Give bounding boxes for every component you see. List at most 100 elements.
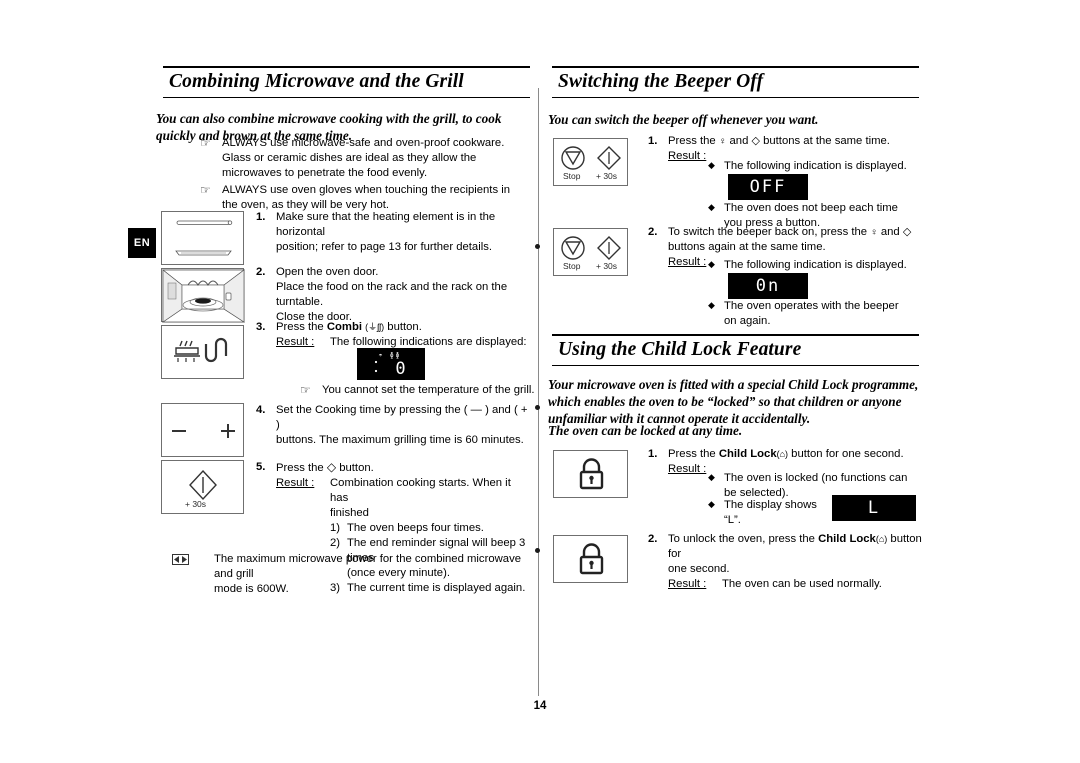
step-line: Place the food on the rack and the rack … xyxy=(276,281,508,309)
step-text-post: button. xyxy=(384,321,422,333)
divider-dot xyxy=(535,548,540,553)
display-on: 0n xyxy=(728,273,808,299)
section-title: Switching the Beeper Off xyxy=(552,66,919,99)
microwave-power-glyph xyxy=(172,554,189,565)
step-line: position; refer to page 13 for further d… xyxy=(276,241,493,254)
column-divider xyxy=(538,88,539,696)
step-line: buttons again at the same time. xyxy=(668,241,826,254)
result-row: Result : The oven can be used normally. xyxy=(668,577,933,592)
step-number: 2. xyxy=(256,266,266,278)
beeper-bullet: ◆ The following indication is displayed. xyxy=(708,258,923,273)
section-title: Combining Microwave and the Grill xyxy=(163,66,530,99)
section-child-lock: Using the Child Lock Feature xyxy=(552,334,919,367)
lock-symbol-icon: (⌂) xyxy=(776,449,789,459)
combi-button-icon xyxy=(174,337,228,363)
step-line: Make sure that the heating element is in… xyxy=(276,211,496,239)
result-line: finished xyxy=(330,507,369,520)
bullet-text: The following indication is displayed. xyxy=(724,160,907,172)
result-line: Combination cooking starts. When it has xyxy=(330,477,511,505)
stop-button-label: Stop xyxy=(563,171,581,181)
child-lock-bullet: ◆ The display shows “L”. xyxy=(708,498,828,528)
step-line: Press the Combi (⏚ʃʃ) button. xyxy=(276,320,531,335)
step-number: 2. xyxy=(648,533,658,545)
figure-start-30s-button: + 30s xyxy=(161,460,244,514)
step-text-mid: and xyxy=(726,135,752,147)
child-lock-icon xyxy=(579,458,604,490)
minus-plus-icon xyxy=(172,424,235,438)
language-tab-en: EN xyxy=(128,228,156,258)
figure-child-lock-button xyxy=(553,535,628,583)
note-text: You cannot set the temperature of the gr… xyxy=(322,384,535,396)
step-number: 2. xyxy=(648,226,658,238)
step-line: one second. xyxy=(668,563,730,576)
step-number: 1. xyxy=(648,135,658,147)
start-symbol-icon: ◇ xyxy=(751,135,760,147)
microwave-power-icon xyxy=(172,552,214,597)
step-body: Make sure that the heating element is in… xyxy=(276,210,531,255)
diamond-bullet-icon: ◆ xyxy=(708,259,715,269)
result-label: Result : xyxy=(668,150,707,163)
figure-heating-element-horizontal xyxy=(161,211,244,265)
sub-number: 1) xyxy=(330,522,341,535)
display-off: OFF xyxy=(728,174,808,200)
bullet-text: The following indication is displayed. xyxy=(724,259,907,271)
warning-text: ALWAYS use oven gloves when touching the… xyxy=(222,184,511,212)
step-line: Press the Child Lock(⌂) button for one s… xyxy=(668,447,933,462)
figure-oven-interior-rack xyxy=(161,268,246,323)
start-button-label: + 30s xyxy=(596,261,618,271)
result-sub-item: 1) The oven beeps four times. xyxy=(330,521,531,536)
step-text-pre: To unlock the oven, press the xyxy=(668,533,819,545)
beeper-intro: You can switch the beeper off whenever y… xyxy=(548,112,819,127)
step-number: 1. xyxy=(648,448,658,460)
step-line: Press the ♀ and ◇ buttons at the same ti… xyxy=(668,134,926,149)
result-label: Result : xyxy=(276,336,315,349)
step-body: To unlock the oven, press the Child Lock… xyxy=(668,532,933,592)
footnote-microwave-power: The maximum microwave power for the comb… xyxy=(172,552,532,597)
start-button-label: + 30s xyxy=(596,171,618,181)
figure-stop-start-buttons: Stop + 30s xyxy=(553,138,628,186)
footnote-text: The maximum microwave power for the comb… xyxy=(214,552,532,597)
step-text-post: button for one second. xyxy=(788,448,904,460)
step-text-pre: Press the xyxy=(668,135,719,147)
start-button-label: + 30s xyxy=(185,499,207,509)
figure-combi-button xyxy=(161,325,244,379)
child-lock-icon xyxy=(579,543,604,575)
figure-child-lock-button xyxy=(553,450,628,498)
figure-stop-start-buttons: Stop + 30s xyxy=(553,228,628,276)
child-lock-label: Child Lock xyxy=(718,448,777,460)
step-line: Open the oven door. xyxy=(276,266,379,278)
figure-minus-plus-buttons xyxy=(161,403,244,457)
start-symbol-icon: ◇ xyxy=(902,226,912,238)
lock-symbol-icon: (⌂) xyxy=(875,534,888,544)
beeper-bullet: ◆ The following indication is displayed. xyxy=(708,159,923,174)
warning-item: ☞ ALWAYS use oven gloves when touching t… xyxy=(196,183,526,213)
display-off-text: OFF xyxy=(749,176,787,197)
result-label: Result : xyxy=(668,578,707,591)
hand-pointer-icon: ☞ xyxy=(200,183,211,198)
diamond-bullet-icon: ◆ xyxy=(708,499,715,509)
step-text-post: button. xyxy=(336,462,374,474)
section-title: Using the Child Lock Feature xyxy=(552,334,919,367)
divider-dot xyxy=(535,244,540,249)
step-text-pre: Press the xyxy=(276,321,327,333)
bullet-text: The oven operates with the beeper on aga… xyxy=(724,300,899,328)
step-text-pre: Press the xyxy=(668,448,719,460)
child-lock-label: Child Lock xyxy=(818,533,876,545)
step-line: To switch the beeper back on, press the … xyxy=(668,225,933,240)
step-number: 4. xyxy=(256,404,266,416)
section-switching-beeper-off: Switching the Beeper Off xyxy=(552,66,919,99)
start-symbol: ◇ xyxy=(326,460,337,474)
step-line: Set the Cooking time by pressing the ( —… xyxy=(276,404,528,432)
stop-button-label: Stop xyxy=(563,261,581,271)
display-child-lock: L xyxy=(832,495,916,521)
beeper-bullet: ◆ The oven operates with the beeper on a… xyxy=(708,299,908,329)
child-lock-intro-1: Your microwave oven is fitted with a spe… xyxy=(548,377,919,427)
sub-text: The oven beeps four times. xyxy=(347,522,484,535)
step-2: 2. Open the oven door. Place the food on… xyxy=(256,265,531,325)
child-lock-intro-2: The oven can be locked at any time. xyxy=(548,423,743,438)
display-combi-graphic: ☂ ɸɸ 0 xyxy=(374,352,406,379)
footnote-line: mode is 600W. xyxy=(214,583,289,596)
step-text-pre: To switch the beeper back on, press the xyxy=(668,226,871,238)
step-3-note: ☞ You cannot set the temperature of the … xyxy=(296,383,536,399)
step-line: Press the ◇ button. xyxy=(276,460,531,476)
